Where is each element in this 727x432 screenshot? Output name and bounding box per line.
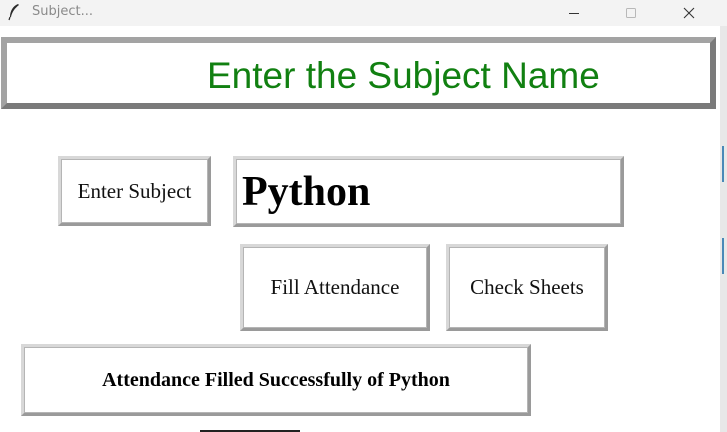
page-title: Enter the Subject Name xyxy=(207,55,600,96)
minimize-icon xyxy=(569,13,579,14)
maximize-button[interactable] xyxy=(604,0,658,26)
feather-icon xyxy=(7,3,21,21)
close-icon xyxy=(683,7,695,19)
subject-input[interactable]: Python xyxy=(233,156,624,227)
fill-attendance-button[interactable]: Fill Attendance xyxy=(240,244,430,331)
window-title: Subject... xyxy=(32,4,93,19)
check-sheets-button[interactable]: Check Sheets xyxy=(446,244,608,331)
edge-mark xyxy=(722,238,724,274)
maximize-icon xyxy=(626,8,636,18)
header-banner: Enter the Subject Name xyxy=(1,37,716,109)
enter-subject-label: Enter Subject xyxy=(58,156,211,226)
status-message: Attendance Filled Successfully of Python xyxy=(21,344,531,416)
close-button[interactable] xyxy=(662,0,716,26)
window-edge xyxy=(720,26,727,432)
subject-input-value: Python xyxy=(242,168,371,215)
title-bar: Subject... xyxy=(0,0,727,26)
minimize-button[interactable] xyxy=(547,0,601,26)
edge-mark xyxy=(722,146,724,182)
